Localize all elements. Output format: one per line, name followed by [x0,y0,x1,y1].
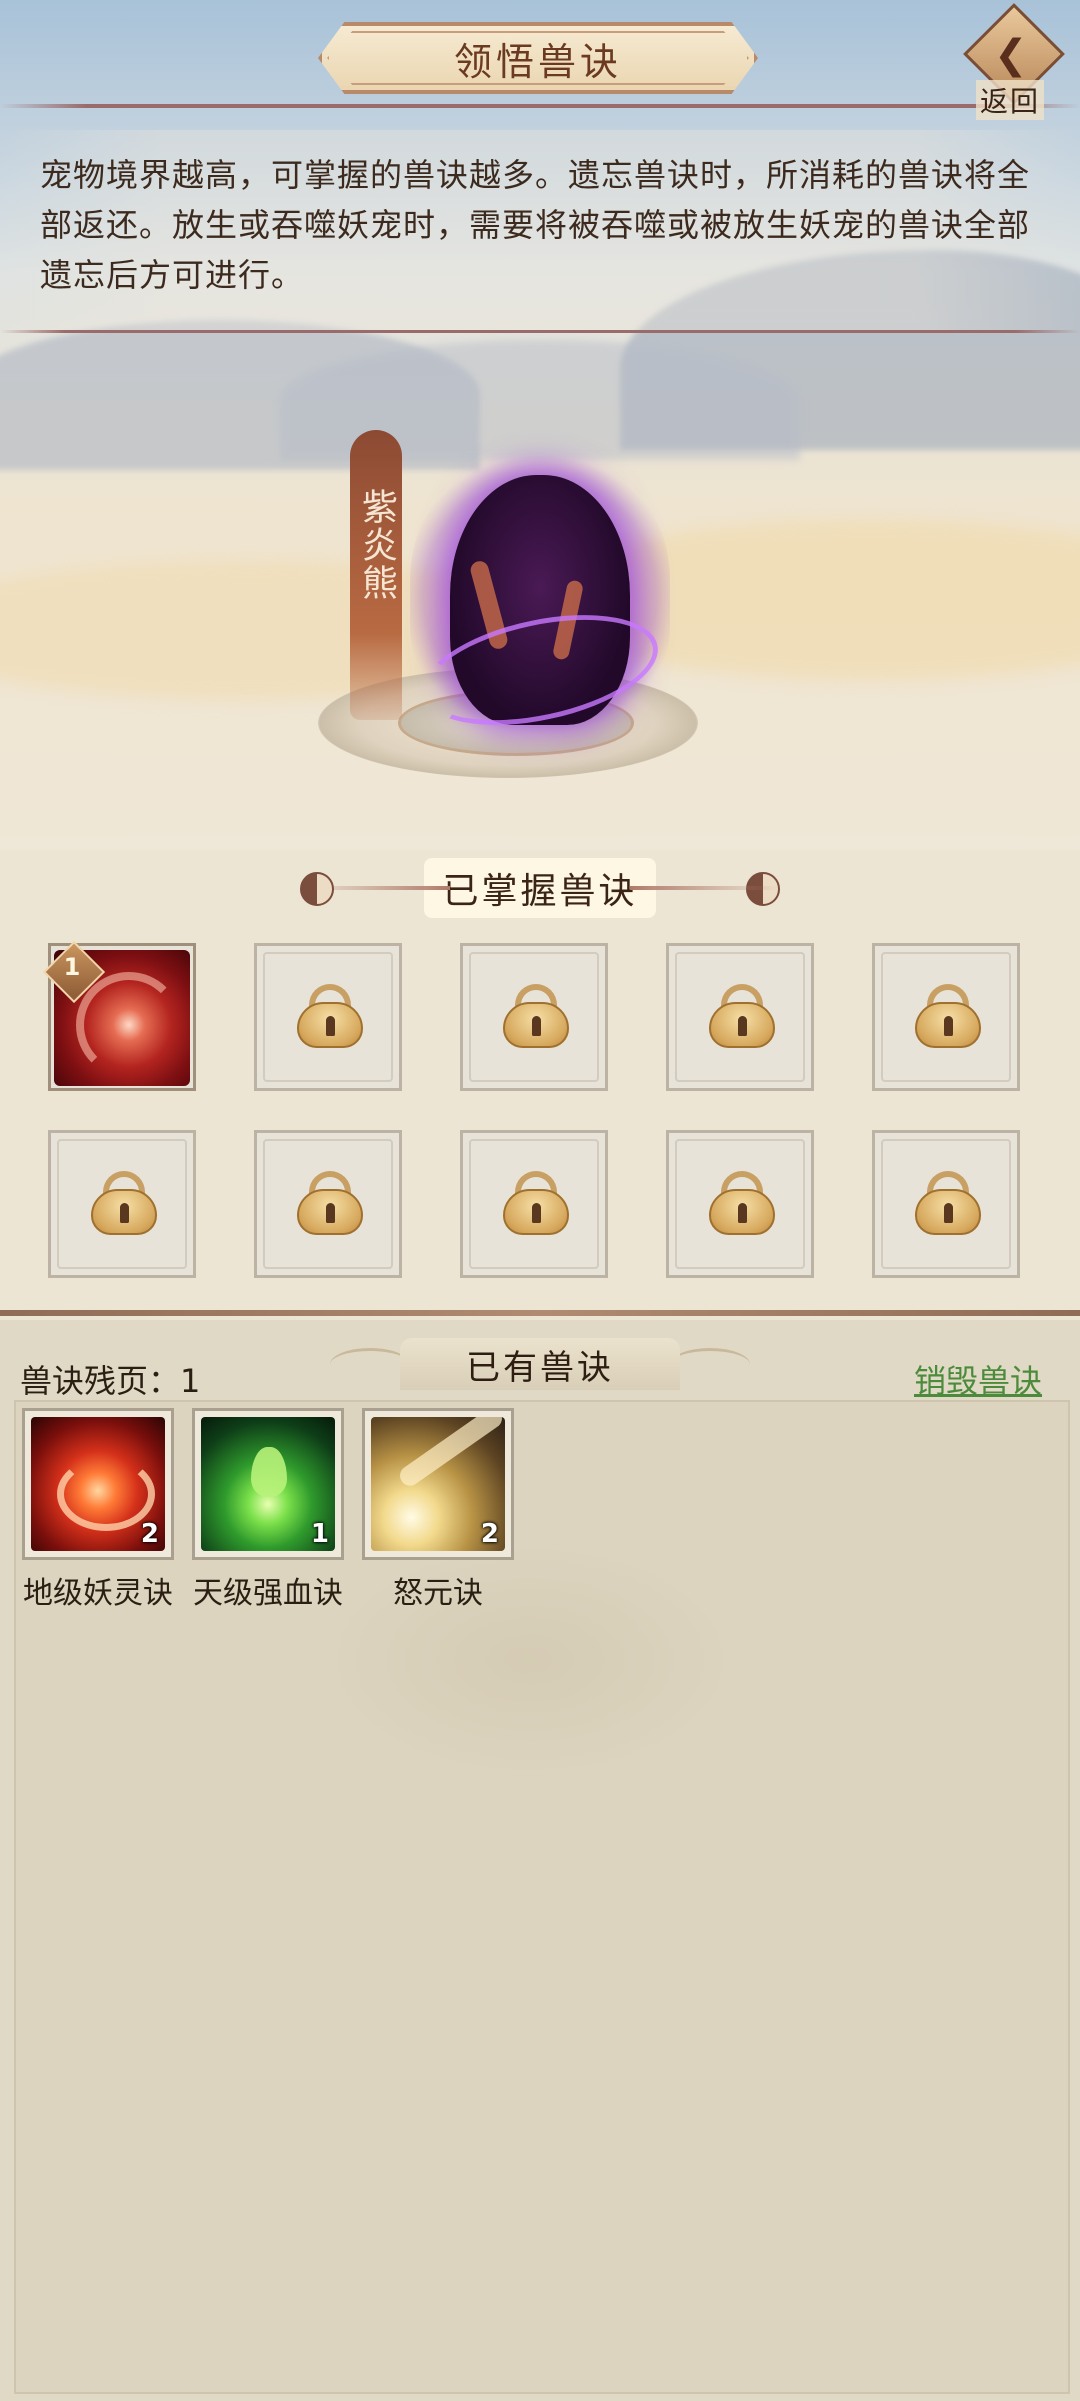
locked-skill-slot[interactable] [666,1130,814,1278]
locked-skill-slot[interactable] [48,1130,196,1278]
lock-icon [915,1171,981,1235]
owned-skill-frame: 2 [362,1408,514,1560]
owned-skills-title: 已有兽诀 [466,1347,614,1388]
lock-icon [709,984,775,1048]
lock-icon [297,1171,363,1235]
owned-skill-name: 天级强血诀 [193,1576,343,1611]
owned-skill-frame: 2 [22,1408,174,1560]
owned-skills-tab: 已有兽诀 [400,1338,680,1390]
page-title: 领悟兽诀 [453,39,622,84]
locked-skill-slot[interactable] [254,943,402,1091]
lock-icon [91,1171,157,1235]
mastered-skills-header: 已掌握兽诀 [290,858,790,918]
yin-yang-icon [746,872,780,906]
locked-skill-slot[interactable] [254,1130,402,1278]
owned-skill-name: 地级妖灵诀 [23,1576,173,1611]
skill-level: 1 [63,953,81,981]
locked-skill-slot[interactable] [460,943,608,1091]
owned-skill-item[interactable]: 2 怒元诀 [362,1408,514,1612]
lock-icon [297,984,363,1048]
destroy-skills-link[interactable]: 销毁兽诀 [914,1356,1042,1402]
back-button[interactable]: ❮ 返回 [960,3,1065,120]
description-divider [0,330,1080,333]
owned-skill-item[interactable]: 2 地级妖灵诀 [22,1408,174,1612]
owned-skill-count: 1 [310,1519,329,1549]
locked-skill-slot[interactable] [872,1130,1020,1278]
lock-icon [709,1171,775,1235]
pet-name: 紫炎熊 [356,488,397,602]
mastered-skills-title: 已掌握兽诀 [424,858,656,918]
yin-yang-icon [300,872,334,906]
title-plaque: 领悟兽诀 [318,22,758,94]
lock-icon [503,1171,569,1235]
cloud-ornament-icon [670,1348,750,1381]
section-divider [0,1310,1080,1316]
locked-skill-slot[interactable] [872,943,1020,1091]
owned-skill-count: 2 [480,1519,499,1549]
back-label: 返回 [976,80,1045,120]
locked-skill-slot[interactable] [666,943,814,1091]
owned-skill-item[interactable]: 1 天级强血诀 [192,1408,344,1612]
owned-skill-name: 怒元诀 [393,1576,483,1611]
title-divider [0,104,1080,108]
locked-skill-slot[interactable] [460,1130,608,1278]
lock-icon [503,984,569,1048]
description-text: 宠物境界越高，可掌握的兽诀越多。遗忘兽诀时，所消耗的兽诀将全部返还。放生或吞噬妖… [40,156,1031,294]
owned-skill-count: 2 [140,1519,159,1549]
back-arrow-icon: ❮ [994,32,1028,78]
skill-fragments-count: 兽诀残页：1 [20,1362,201,1400]
lock-icon [915,984,981,1048]
owned-skill-frame: 1 [192,1408,344,1560]
cloud-ornament-icon [330,1348,410,1381]
